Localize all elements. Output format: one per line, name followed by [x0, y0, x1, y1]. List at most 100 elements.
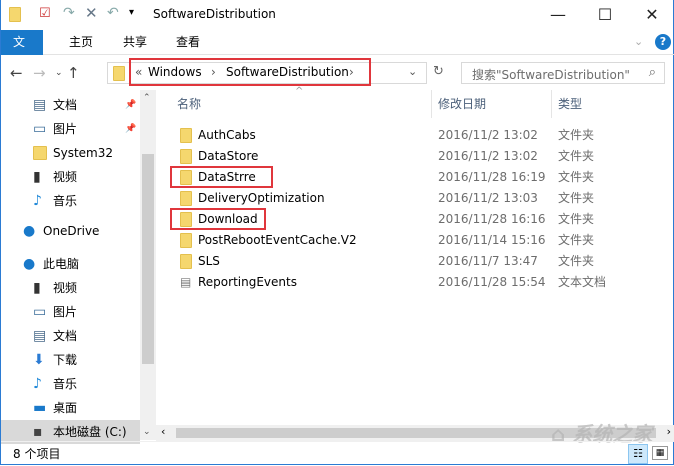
file-row[interactable]: ▤ ReportingEvents 2016/11/28 15:54 文本文档 — [167, 272, 627, 293]
nav-item-label: 桌面 — [53, 401, 78, 415]
breadcrumb-overflow[interactable]: « — [135, 65, 142, 79]
download-icon: ⬇ — [33, 352, 45, 368]
close-button[interactable]: ✕ — [637, 4, 667, 26]
details-view-button[interactable]: ☷ — [628, 444, 648, 464]
help-icon[interactable]: ? — [655, 34, 671, 50]
nav-item-label: 音乐 — [53, 377, 78, 391]
file-type: 文件夹 — [558, 191, 595, 205]
nav-item[interactable]: ▤ 文档 📌 — [1, 93, 140, 117]
minimize-button[interactable]: — — [543, 4, 573, 26]
file-row[interactable]: DataStrre 2016/11/28 16:19 文件夹 — [167, 166, 627, 188]
document-icon: ▤ — [33, 97, 47, 113]
breadcrumb: « Windows › SoftwareDistribution › — [129, 58, 371, 86]
address-dropdown-icon[interactable]: ⌄ — [408, 65, 417, 78]
status-bar: 8 个项目 ☷ ▦ — [1, 441, 674, 465]
file-row[interactable]: AuthCabs 2016/11/2 13:02 文件夹 — [167, 125, 627, 146]
expand-ribbon-icon[interactable]: ⌄ — [634, 35, 643, 48]
undo-icon[interactable]: ↶ — [107, 5, 119, 21]
tab-file[interactable]: 文件 — [1, 30, 43, 74]
breadcrumb-windows[interactable]: Windows — [148, 65, 202, 79]
redo-icon[interactable]: ↷ — [63, 5, 75, 21]
file-date: 2016/11/2 13:03 — [438, 191, 538, 205]
back-button[interactable]: ← — [10, 64, 23, 82]
document-icon: ▤ — [33, 328, 47, 344]
column-header-date[interactable]: 修改日期 — [438, 90, 486, 118]
properties-icon[interactable]: ☑ — [39, 6, 51, 21]
folder-icon — [180, 233, 192, 248]
tab-view[interactable]: 查看 — [164, 30, 212, 55]
recent-locations-icon[interactable]: ⌄ — [55, 68, 63, 78]
video-icon: ▮ — [33, 169, 41, 185]
column-header-name[interactable]: 名称 — [177, 90, 201, 118]
folder-icon — [180, 254, 192, 269]
file-row[interactable]: SLS 2016/11/7 13:47 文件夹 — [167, 251, 627, 272]
search-input[interactable]: 搜索"SoftwareDistribution" ⌕ — [461, 62, 665, 84]
column-header-type[interactable]: 类型 — [558, 90, 582, 118]
file-date: 2016/11/2 13:02 — [438, 128, 538, 142]
column-divider[interactable] — [551, 90, 552, 118]
text-file-icon: ▤ — [180, 275, 192, 289]
file-type: 文本文档 — [558, 275, 607, 289]
file-row[interactable]: DeliveryOptimization 2016/11/2 13:03 文件夹 — [167, 188, 627, 209]
search-icon[interactable]: ⌕ — [649, 65, 656, 80]
file-type: 文件夹 — [558, 233, 595, 247]
ribbon-tabs: 文件 主页 共享 查看 ⌄ ? — [1, 30, 674, 74]
sort-ascending-icon: ^ — [295, 86, 304, 97]
tab-share[interactable]: 共享 — [111, 30, 159, 55]
file-name: AuthCabs — [198, 128, 256, 142]
nav-item[interactable]: ● 此电脑 — [1, 252, 140, 276]
large-icons-view-button[interactable]: ▦ — [652, 446, 668, 460]
file-name: PostRebootEventCache.V2 — [198, 233, 357, 247]
file-row[interactable]: DataStore 2016/11/2 13:02 文件夹 — [167, 146, 627, 167]
file-name: DataStore — [198, 149, 259, 163]
file-name: ReportingEvents — [198, 275, 297, 289]
customize-qat-icon[interactable]: ▾ — [129, 7, 134, 18]
folder-icon — [33, 146, 47, 160]
nav-item[interactable]: ♪ 音乐 — [1, 189, 140, 213]
chevron-right-icon[interactable]: › — [211, 65, 216, 79]
nav-item[interactable]: ⬇ 下载 — [1, 348, 140, 372]
file-name: DeliveryOptimization — [198, 191, 325, 205]
nav-item[interactable]: ● OneDrive — [1, 219, 140, 243]
folder-icon — [180, 191, 192, 206]
file-row[interactable]: PostRebootEventCache.V2 2016/11/14 15:16 文… — [167, 230, 627, 251]
nav-item[interactable]: System32 — [1, 141, 140, 165]
nav-item-label: System32 — [53, 146, 114, 160]
file-type: 文件夹 — [558, 128, 595, 142]
breadcrumb-softwaredistribution[interactable]: SoftwareDistribution — [226, 65, 349, 79]
refresh-icon[interactable]: ↻ — [433, 64, 444, 79]
nav-item[interactable]: ▭ 图片 📌 — [1, 117, 140, 141]
file-date: 2016/11/28 16:16 — [438, 212, 546, 226]
forward-button[interactable]: → — [33, 64, 46, 82]
nav-item[interactable]: ▮ 视频 — [1, 165, 140, 189]
file-name: SLS — [198, 254, 220, 268]
file-date: 2016/11/28 16:19 — [438, 170, 546, 184]
pin-icon[interactable]: 📌 — [125, 93, 136, 117]
nav-item[interactable]: ▬ 桌面 — [1, 396, 140, 420]
file-row[interactable]: Download 2016/11/28 16:16 文件夹 — [167, 208, 627, 230]
pin-icon[interactable]: 📌 — [125, 117, 136, 141]
scroll-down-icon[interactable]: ⌄ — [143, 427, 151, 437]
file-type: 文件夹 — [558, 212, 595, 226]
maximize-button[interactable]: ☐ — [590, 4, 620, 26]
scroll-left-icon[interactable]: ‹ — [161, 425, 165, 438]
nav-item[interactable]: ▮ 视频 — [1, 276, 140, 300]
window-title: SoftwareDistribution — [153, 7, 276, 21]
tab-home[interactable]: 主页 — [57, 30, 105, 55]
file-type: 文件夹 — [558, 254, 595, 268]
desktop-icon: ▬ — [33, 400, 47, 416]
navigation-pane: ▤ 文档 📌 ▭ 图片 📌 System32 ▮ 视频 ♪ 音乐 ● OneDrive ● 此电脑 ▮ 视频 ▭ 图… — [1, 90, 140, 444]
nav-item[interactable]: ♪ 音乐 — [1, 372, 140, 396]
nav-item[interactable]: ▤ 文档 — [1, 324, 140, 348]
up-button[interactable]: ↑ — [67, 64, 80, 82]
nav-item[interactable]: ▭ 图片 — [1, 300, 140, 324]
chevron-right-icon[interactable]: › — [349, 65, 354, 79]
delete-icon[interactable]: ✕ — [85, 4, 98, 22]
picture-icon: ▭ — [33, 304, 47, 320]
nav-item-label: 视频 — [53, 281, 78, 295]
column-divider[interactable] — [431, 90, 432, 118]
scroll-right-icon[interactable]: › — [667, 425, 671, 438]
scroll-up-icon[interactable]: ⌃ — [143, 93, 151, 103]
nav-scroll-thumb[interactable] — [142, 154, 154, 364]
file-date: 2016/11/7 13:47 — [438, 254, 538, 268]
